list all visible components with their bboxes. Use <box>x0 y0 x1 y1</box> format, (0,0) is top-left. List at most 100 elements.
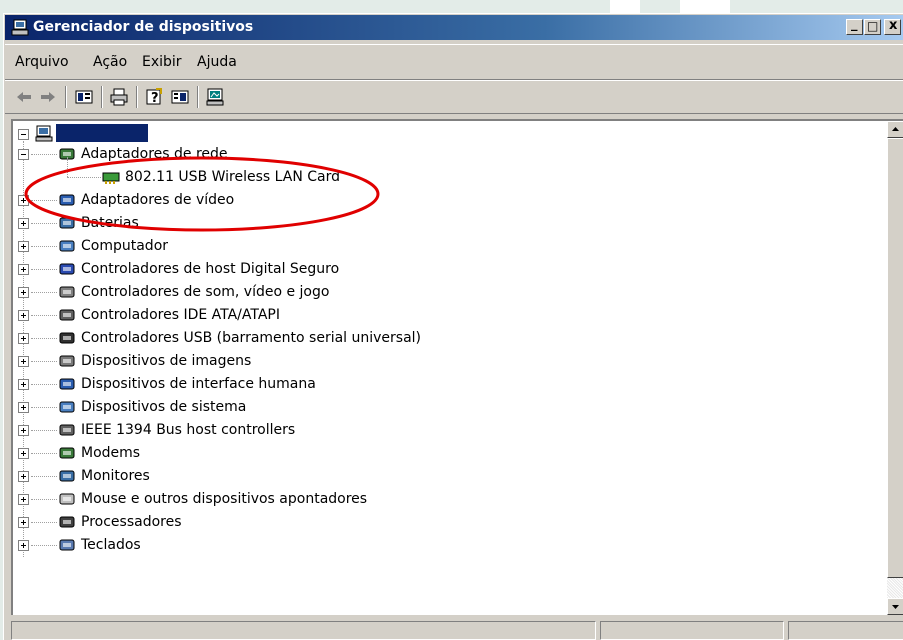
close-icon: x <box>889 18 898 33</box>
tree-category-item[interactable]: Baterias <box>13 213 873 234</box>
tree-device-label: 802.11 USB Wireless LAN Card <box>125 169 341 185</box>
expand-toggle[interactable] <box>18 425 29 436</box>
expand-toggle[interactable] <box>18 448 29 459</box>
tree-connector <box>31 338 57 339</box>
close-button[interactable]: x <box>884 18 901 35</box>
tree-connector <box>31 499 57 500</box>
tree-connector <box>31 246 57 247</box>
tree-connector <box>31 154 57 155</box>
computer-icon <box>59 240 75 252</box>
back-arrow-icon[interactable] <box>14 87 34 107</box>
tree-category-label: Computador <box>81 238 169 254</box>
expand-toggle[interactable] <box>18 264 29 275</box>
tree-connector <box>31 545 57 546</box>
usb-icon <box>59 332 75 344</box>
maximize-button[interactable]: □ <box>864 19 881 35</box>
scroll-up-button[interactable] <box>887 121 903 138</box>
tree-category-label: Baterias <box>81 215 139 231</box>
toolbar-separator <box>65 86 67 108</box>
expand-toggle[interactable] <box>18 540 29 551</box>
display-adapter-icon <box>59 194 75 206</box>
scan-hardware-icon[interactable] <box>205 87 225 107</box>
tree-category-label: Adaptadores de vídeo <box>81 192 235 208</box>
collapse-root-toggle[interactable] <box>18 129 29 140</box>
expand-toggle[interactable] <box>18 379 29 390</box>
properties-icon[interactable] <box>74 87 94 107</box>
tree-category-item[interactable]: Dispositivos de interface humana <box>13 374 873 395</box>
tree-category-item[interactable]: Dispositivos de imagens <box>13 351 873 372</box>
device-tree-view[interactable]: Adaptadores de rede 802.11 USB Wireless L… <box>11 119 903 615</box>
toolbar-separator <box>136 86 138 108</box>
tree-connector <box>31 315 57 316</box>
battery-icon <box>59 217 75 229</box>
system-device-icon <box>59 401 75 413</box>
toolbar-separator <box>197 86 199 108</box>
tree-connector <box>31 476 57 477</box>
tree-category-label: Teclados <box>81 537 141 553</box>
tree-category-item[interactable]: IEEE 1394 Bus host controllers <box>13 420 873 441</box>
tree-category-item[interactable]: Controladores de som, vídeo e jogo <box>13 282 873 303</box>
tree-category-item[interactable]: Controladores USB (barramento serial uni… <box>13 328 873 349</box>
menu-arquivo[interactable]: Arquivo <box>15 54 69 70</box>
expand-toggle[interactable] <box>18 517 29 528</box>
expand-toggle[interactable] <box>18 310 29 321</box>
status-panel-3 <box>788 621 903 640</box>
expand-toggle[interactable] <box>18 287 29 298</box>
tree-category-label: Controladores de som, vídeo e jogo <box>81 284 330 300</box>
menu-exibir[interactable]: Exibir <box>142 54 182 70</box>
expand-toggle[interactable] <box>18 241 29 252</box>
maximize-icon: □ <box>867 19 879 33</box>
menu-ajuda[interactable]: Ajuda <box>197 54 237 70</box>
tree-category-item[interactable]: Processadores <box>13 512 873 533</box>
firewire-icon <box>59 424 75 436</box>
tree-category-label: Dispositivos de sistema <box>81 399 247 415</box>
minimize-icon: _ <box>851 17 858 32</box>
expand-toggle[interactable] <box>18 218 29 229</box>
tree-connector <box>67 157 68 177</box>
tree-category-item[interactable]: Monitores <box>13 466 873 487</box>
expand-toggle[interactable] <box>18 333 29 344</box>
scroll-thumb[interactable] <box>887 138 903 578</box>
expand-toggle[interactable] <box>18 356 29 367</box>
vertical-scrollbar[interactable] <box>887 121 903 615</box>
tree-category-item[interactable]: Controladores de host Digital Seguro <box>13 259 873 280</box>
device-manager-window: Gerenciador de dispositivos _ □ x Arquiv… <box>3 13 903 640</box>
status-panel-main <box>11 621 596 640</box>
scroll-down-button[interactable] <box>887 598 903 615</box>
tree-category-item[interactable]: Teclados <box>13 535 873 556</box>
keyboard-icon <box>59 539 75 551</box>
tree-category-item[interactable]: Mouse e outros dispositivos apontadores <box>13 489 873 510</box>
view-icon[interactable] <box>170 87 190 107</box>
collapse-toggle[interactable] <box>18 149 29 160</box>
sd-host-icon <box>59 263 75 275</box>
tree-device-item[interactable]: 802.11 USB Wireless LAN Card <box>13 157 873 188</box>
minimize-button[interactable]: _ <box>846 17 863 35</box>
tree-connector <box>31 453 57 454</box>
expand-toggle[interactable] <box>18 402 29 413</box>
tree-category-label: Controladores de host Digital Seguro <box>81 261 340 277</box>
tree-connector <box>31 522 57 523</box>
tree-category-item[interactable]: Adaptadores de rede <box>13 144 873 165</box>
forward-arrow-icon[interactable] <box>38 87 58 107</box>
tree-category-label: IEEE 1394 Bus host controllers <box>81 422 296 438</box>
tree-category-item[interactable]: Computador <box>13 236 873 257</box>
tree-category-item[interactable]: Controladores IDE ATA/ATAPI <box>13 305 873 326</box>
help-icon[interactable]: ? <box>144 87 164 107</box>
sound-icon <box>59 286 75 298</box>
title-bar[interactable]: Gerenciador de dispositivos _ □ x <box>5 15 903 40</box>
tree-connector <box>31 292 57 293</box>
tree-connector <box>31 200 57 201</box>
tree-connector <box>31 407 57 408</box>
toolbar: ? <box>5 80 903 114</box>
root-node-selected[interactable] <box>56 124 148 142</box>
expand-toggle[interactable] <box>18 494 29 505</box>
print-icon[interactable] <box>109 87 129 107</box>
expand-toggle[interactable] <box>18 195 29 206</box>
scroll-down-icon <box>892 605 899 609</box>
expand-toggle[interactable] <box>18 471 29 482</box>
menu-acao[interactable]: Ação <box>93 54 127 70</box>
hid-icon <box>59 378 75 390</box>
tree-category-item[interactable]: Adaptadores de vídeo <box>13 190 873 211</box>
tree-category-item[interactable]: Modems <box>13 443 873 464</box>
tree-category-item[interactable]: Dispositivos de sistema <box>13 397 873 418</box>
